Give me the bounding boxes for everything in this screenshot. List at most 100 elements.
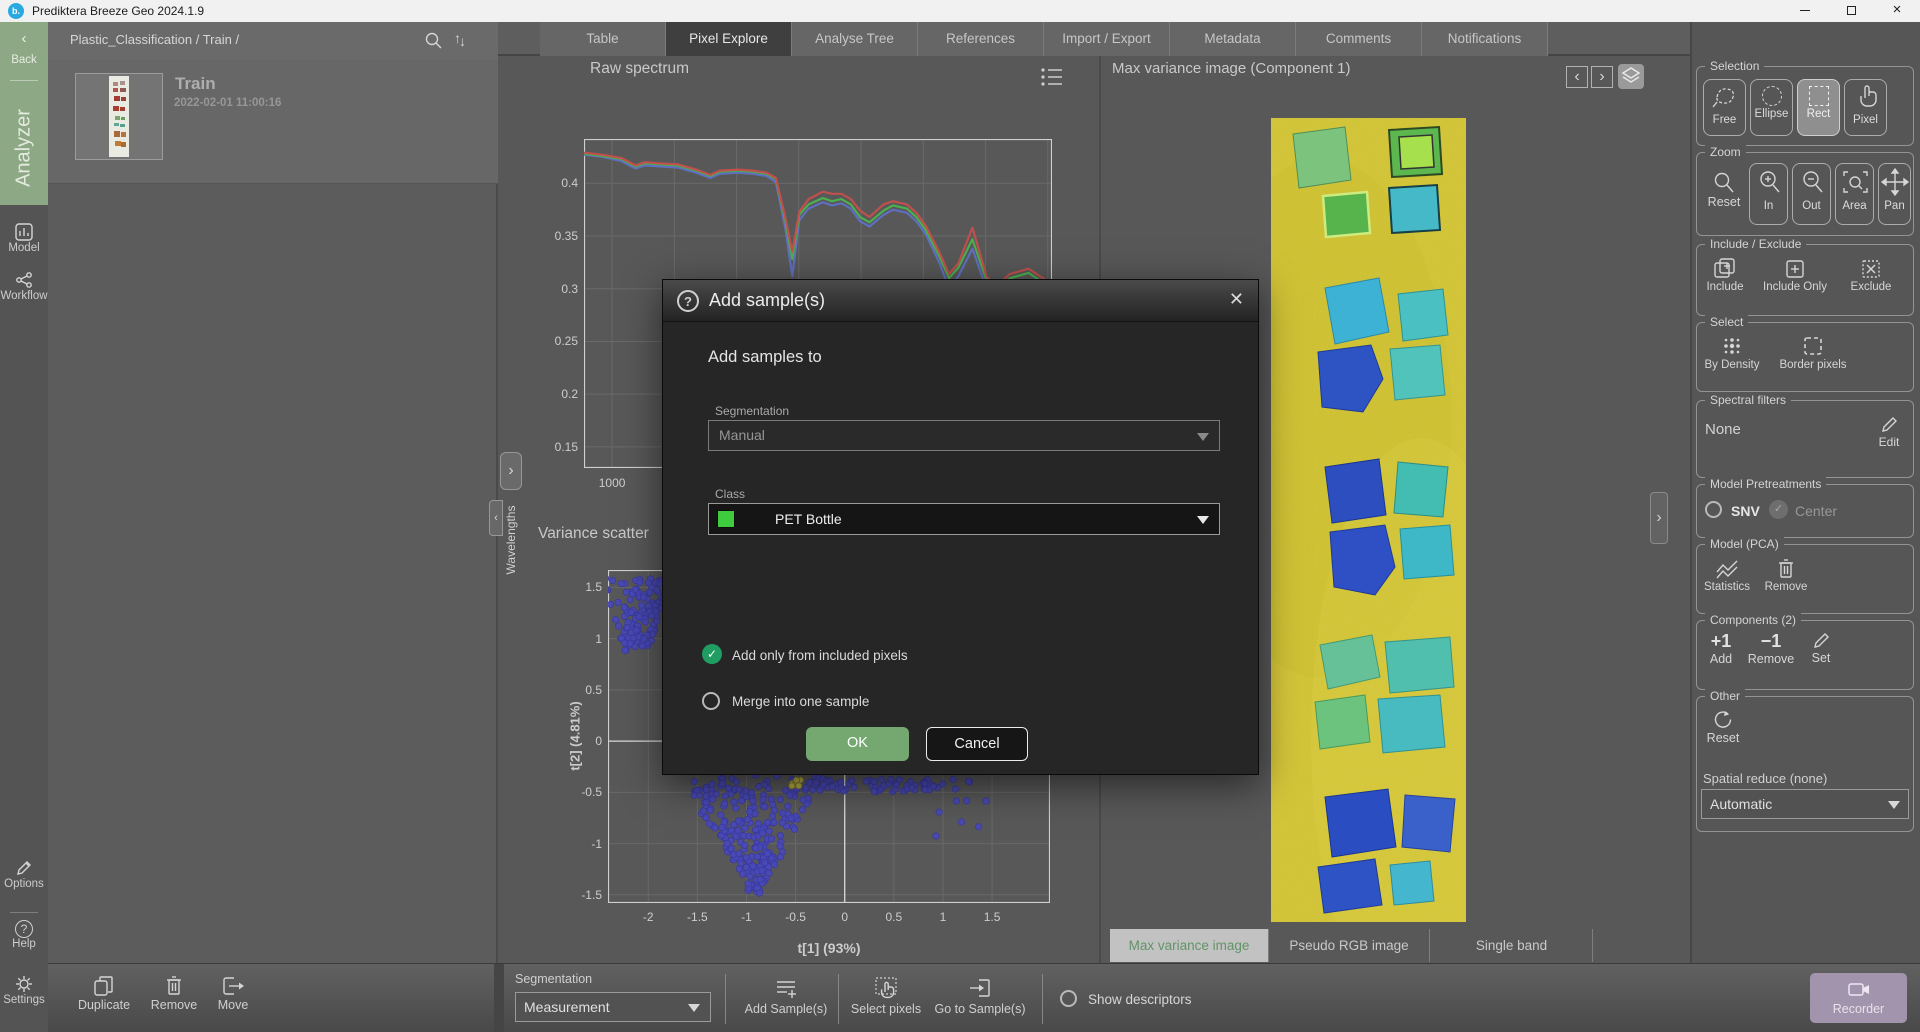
ellipse-select-button[interactable]: Ellipse [1750,79,1793,136]
set-components-button[interactable]: Set [1801,629,1841,665]
center-checkbox[interactable]: ✓ [1769,500,1788,519]
sample-list-item[interactable]: Train 2022-02-01 11:00:16 [48,60,498,184]
layers-button[interactable] [1618,64,1644,89]
add-samples-button[interactable]: Add Sample(s) [740,976,832,1016]
scatter-point [645,579,651,585]
scatter-point [750,798,756,804]
exclude-button[interactable]: Exclude [1839,257,1903,293]
close-button[interactable]: × [1874,0,1920,22]
remove-sample-button[interactable]: Remove [144,974,204,1012]
minimize-button[interactable] [1782,0,1828,22]
tab-analyse-tree[interactable]: Analyse Tree [792,22,918,56]
zoom-reset-button[interactable]: Reset [1701,171,1747,209]
show-descriptors-radio[interactable] [1060,990,1077,1007]
reset-other-button[interactable]: Reset [1701,709,1745,745]
settings-button[interactable]: Settings [0,974,48,1006]
tab-notifications[interactable]: Notifications [1422,22,1548,56]
snv-radio[interactable] [1705,501,1722,518]
tab-pseudo-rgb-image[interactable]: Pseudo RGB image [1268,929,1430,962]
tab-max-variance-image[interactable]: Max variance image [1110,929,1268,962]
help-button[interactable]: ? Help [0,920,48,950]
pretreatments-group-label: Model Pretreatments [1705,477,1826,491]
prev-component-button[interactable]: ‹ [1566,66,1588,88]
breadcrumb[interactable]: Plastic_Classification / Train / [70,32,239,47]
scatter-x-tick: 1.5 [972,910,1012,924]
edit-filters-button[interactable]: Edit [1869,413,1909,449]
zoom-group-label: Zoom [1705,145,1746,159]
pixel-select-button[interactable]: Pixel [1844,79,1887,136]
scatter-x-tick: -1 [726,910,766,924]
remove-model-label: Remove [1757,581,1815,593]
add-component-button[interactable]: +1 Add [1701,631,1741,666]
scatter-point [829,783,835,789]
spectrum-x-tick: 1000 [592,476,632,490]
scatter-point [940,781,946,787]
tab-single-band[interactable]: Single band [1431,929,1593,962]
help-icon: ? [15,920,33,938]
move-button[interactable]: Move [206,974,260,1012]
include-only-icon [1783,257,1807,281]
scatter-point [650,631,656,637]
scatter-point [753,845,759,851]
dialog-segmentation-dropdown[interactable]: Manual [708,420,1220,451]
go-to-samples-button[interactable]: Go to Sample(s) [928,976,1032,1016]
zoom-in-button[interactable]: In [1749,163,1788,225]
tab-import-export[interactable]: Import / Export [1044,22,1170,56]
maximize-button[interactable] [1828,0,1874,22]
scatter-point [731,799,737,805]
dialog-close-icon[interactable]: ✕ [1229,289,1244,310]
exclude-icon [1859,257,1883,281]
scatter-point [743,854,749,860]
merge-sample-radio[interactable] [702,692,720,710]
help-label: Help [0,938,48,950]
included-pixels-checkbox[interactable]: ✓ [702,644,722,664]
search-icon[interactable] [424,31,444,51]
ok-button[interactable]: OK [806,727,909,761]
options-button[interactable]: Options [0,858,48,890]
zoom-out-button[interactable]: Out [1792,163,1831,225]
by-density-button[interactable]: By Density [1699,333,1765,371]
cancel-button[interactable]: Cancel [926,727,1028,761]
minus-one-icon: −1 [1743,631,1799,652]
include-button[interactable]: Include [1699,257,1751,293]
segmentation-dropdown[interactable]: Measurement [515,992,711,1022]
legend-icon[interactable] [1040,66,1064,88]
next-component-button[interactable]: › [1591,66,1613,88]
expand-wavelengths-handle[interactable]: › [500,452,522,490]
dialog-title-bar[interactable]: ? Add sample(s) ✕ [663,280,1258,322]
remove-model-button[interactable]: Remove [1757,557,1815,593]
sidebar-item-workflow[interactable]: Workflow [0,270,48,302]
collapse-panel-handle[interactable]: ‹ [489,500,503,536]
density-icon [1720,333,1744,359]
tab-table[interactable]: Table [540,22,666,56]
zoom-pan-button[interactable]: Pan [1878,163,1911,225]
sort-icon[interactable]: ↑↓ [454,30,468,46]
duplicate-button[interactable]: Duplicate [72,974,136,1012]
set-components-label: Set [1801,651,1841,665]
back-chevron-icon[interactable]: ‹ [0,30,48,47]
sidebar-item-model[interactable]: Model [0,222,48,254]
components-group-label: Components (2) [1705,613,1801,627]
max-variance-image[interactable] [1271,118,1466,922]
rect-select-button[interactable]: Rect [1797,79,1840,136]
scatter-y-tick: -0.5 [564,785,602,799]
tab-comments[interactable]: Comments [1296,22,1422,56]
move-icon [220,974,246,998]
back-button[interactable]: Back [0,54,48,66]
free-select-button[interactable]: Free [1703,79,1746,136]
dialog-help-icon[interactable]: ? [677,290,699,312]
zoom-area-button[interactable]: Area [1835,163,1874,225]
spatial-reduce-dropdown[interactable]: Automatic [1701,789,1909,819]
expand-sidebar-handle[interactable]: › [1650,492,1668,544]
select-pixels-button[interactable]: Select pixels [846,976,926,1016]
tab-references[interactable]: References [918,22,1044,56]
scatter-point [894,782,900,788]
remove-component-button[interactable]: −1 Remove [1743,631,1799,666]
statistics-button[interactable]: Statistics [1699,557,1755,593]
recorder-button[interactable]: Recorder [1810,973,1907,1023]
include-only-button[interactable]: Include Only [1753,257,1837,293]
tab-pixel-explore[interactable]: Pixel Explore [666,22,792,56]
dialog-class-dropdown[interactable]: PET Bottle [708,503,1220,535]
tab-metadata[interactable]: Metadata [1170,22,1296,56]
border-pixels-button[interactable]: Border pixels [1769,333,1857,371]
